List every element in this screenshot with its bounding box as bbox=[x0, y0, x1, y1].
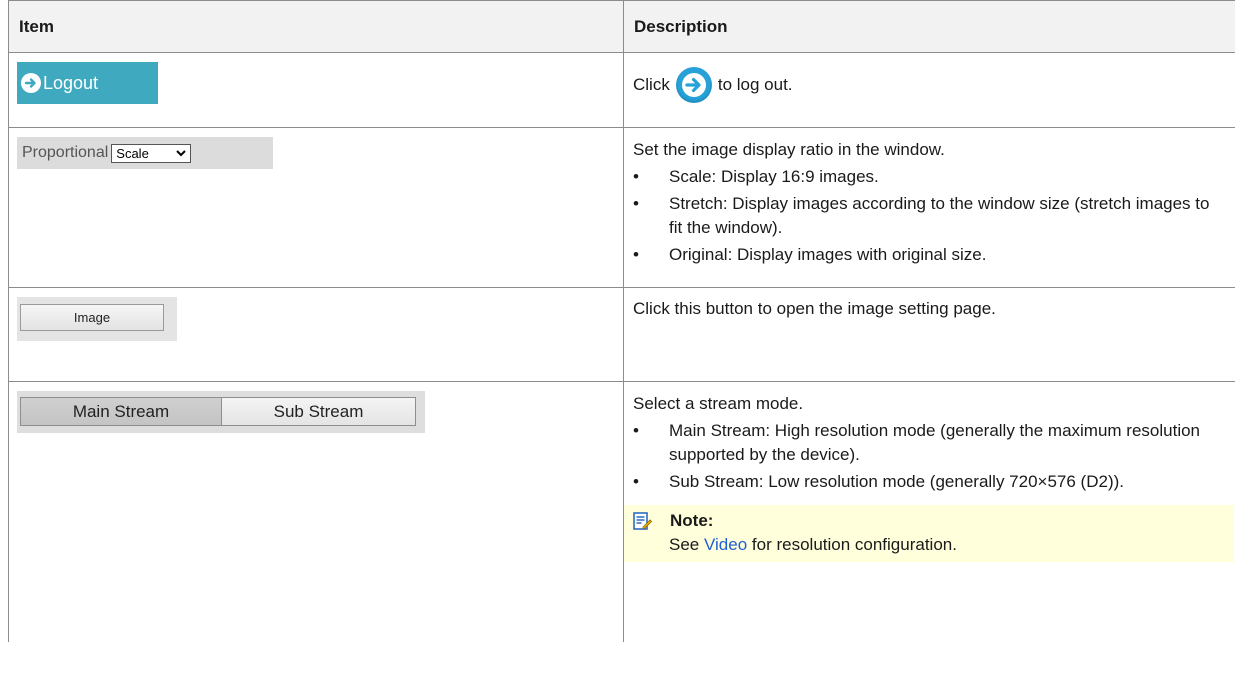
header-item: Item bbox=[8, 0, 624, 53]
click-text: Click bbox=[633, 75, 670, 94]
list-item: Main Stream: High resolution mode (gener… bbox=[633, 419, 1225, 467]
item-cell: Proportional Scale bbox=[8, 127, 624, 288]
table-row: Image Click this button to open the imag… bbox=[8, 287, 1235, 382]
description-cell: Select a stream mode. Main Stream: High … bbox=[623, 381, 1235, 642]
list-item: Sub Stream: Low resolution mode (general… bbox=[633, 470, 1225, 494]
stream-intro: Select a stream mode. bbox=[633, 394, 804, 413]
logout-label: Logout bbox=[43, 72, 99, 93]
description-cell: Click this button to open the image sett… bbox=[623, 287, 1235, 382]
sub-stream-button[interactable]: Sub Stream bbox=[222, 397, 416, 426]
proportional-label: Proportional bbox=[22, 144, 109, 161]
note-prefix: See bbox=[669, 535, 700, 554]
proportional-select-value: Scale bbox=[116, 145, 149, 161]
video-link[interactable]: Video bbox=[704, 535, 747, 554]
item-cell: Image bbox=[8, 287, 624, 382]
item-cell: Logout bbox=[8, 52, 624, 128]
arrow-right-circle-icon bbox=[675, 67, 712, 103]
parameters-table: Item Description Logout Click to log out… bbox=[8, 0, 1235, 642]
description-cell: Click to log out. bbox=[623, 52, 1235, 128]
note-icon bbox=[633, 511, 652, 530]
list-item: Original: Display images with original s… bbox=[633, 243, 1225, 267]
proportional-select[interactable]: Scale bbox=[111, 143, 192, 163]
proportional-control: Proportional Scale bbox=[17, 137, 273, 169]
image-description: Click this button to open the image sett… bbox=[633, 299, 996, 318]
note-suffix: for resolution configuration. bbox=[751, 535, 957, 554]
image-button[interactable]: Image bbox=[20, 304, 164, 331]
arrow-right-circle-icon bbox=[21, 73, 41, 93]
proportional-intro: Set the image display ratio in the windo… bbox=[633, 140, 945, 159]
chevron-down-icon bbox=[176, 149, 186, 156]
note-box: Note: See Video for resolution configura… bbox=[624, 505, 1234, 562]
list-item: Scale: Display 16:9 images. bbox=[633, 165, 1225, 189]
list-item: Stretch: Display images according to the… bbox=[633, 192, 1225, 240]
table-header-row: Item Description bbox=[8, 0, 1235, 53]
main-stream-button[interactable]: Main Stream bbox=[20, 397, 222, 426]
logout-description: to log out. bbox=[717, 75, 793, 94]
logout-button[interactable]: Logout bbox=[17, 62, 158, 104]
stream-toggle: Main Stream Sub Stream bbox=[17, 391, 425, 433]
table-row: Proportional Scale Set the image display… bbox=[8, 127, 1235, 288]
description-cell: Set the image display ratio in the windo… bbox=[623, 127, 1235, 288]
note-title: Note: bbox=[670, 511, 714, 530]
table-row: Main Stream Sub Stream Select a stream m… bbox=[8, 381, 1235, 642]
header-description: Description bbox=[623, 0, 1235, 53]
table-row: Logout Click to log out. bbox=[8, 52, 1235, 128]
item-cell: Main Stream Sub Stream bbox=[8, 381, 624, 642]
